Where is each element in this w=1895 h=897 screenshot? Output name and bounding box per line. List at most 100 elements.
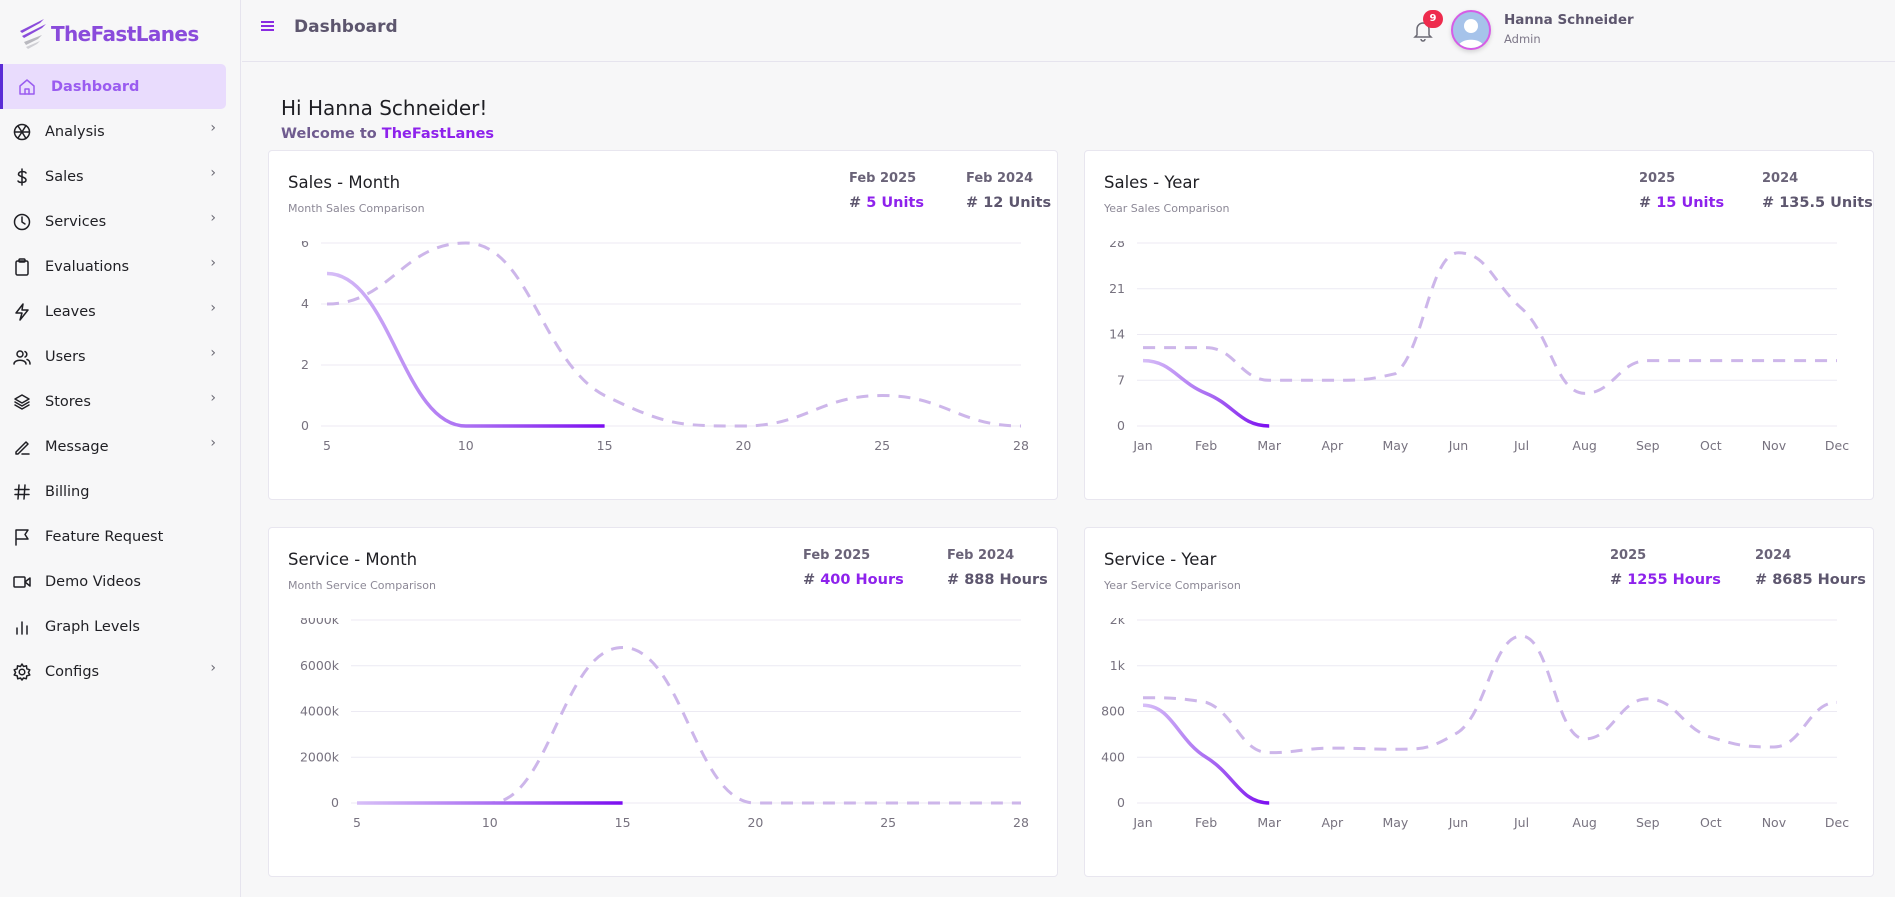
x-tick-label: 10 [482, 815, 498, 830]
sidebar-item-configs[interactable]: Configs › [0, 649, 240, 694]
sidebar-item-label: Evaluations [45, 258, 130, 275]
stat-value: # 5 Units [849, 195, 924, 211]
stat-value: # 12 Units [966, 195, 1052, 211]
user-role: Admin [1504, 32, 1541, 46]
sidebar-item-billing[interactable]: Billing [0, 469, 240, 514]
welcome-brand: TheFastLanes [381, 126, 495, 142]
x-tick-label: 15 [615, 815, 631, 830]
series-line-feb-2024 [326, 241, 1022, 428]
stat-current: 2025 # 1255 Hours [1610, 548, 1721, 588]
y-tick-label: 1k [1110, 658, 1126, 673]
avatar[interactable] [1451, 10, 1491, 50]
y-tick-label: 21 [1109, 281, 1125, 296]
x-tick-label: 15 [597, 438, 613, 453]
series-line-feb-2025 [326, 271, 605, 428]
greeting-title: Hi Hanna Schneider! [281, 96, 488, 120]
chevron-right-icon: › [210, 660, 216, 676]
x-tick-label: Apr [1321, 438, 1343, 453]
x-tick-label: 10 [458, 438, 474, 453]
sidebar-item-demo-videos[interactable]: Demo Videos [0, 559, 240, 604]
hash-icon [12, 482, 32, 502]
card-title: Service - Year [1104, 550, 1217, 569]
sidebar-item-label: Message [45, 438, 109, 455]
y-tick-label: 0 [331, 795, 339, 810]
logo[interactable]: TheFastLanes [18, 14, 199, 54]
card-title: Sales - Month [288, 173, 401, 192]
series-line-2024 [1142, 251, 1837, 395]
y-tick-label: 0 [301, 418, 309, 433]
y-tick-label: 2k [1110, 618, 1126, 627]
notification-badge: 9 [1423, 10, 1443, 28]
y-tick-label: 28 [1109, 241, 1125, 250]
sidebar-item-users[interactable]: Users › [0, 334, 240, 379]
y-tick-label: 800 [1101, 704, 1125, 719]
x-tick-label: Nov [1762, 438, 1787, 453]
x-tick-label: Oct [1700, 815, 1722, 830]
sidebar-item-stores[interactable]: Stores › [0, 379, 240, 424]
stat-label: Feb 2024 [947, 548, 1015, 563]
x-tick-label: Aug [1572, 438, 1596, 453]
y-tick-label: 400 [1101, 749, 1125, 764]
sidebar-item-evaluations[interactable]: Evaluations › [0, 244, 240, 289]
sidebar-item-label: Users [45, 348, 86, 365]
user-name[interactable]: Hanna Schneider [1504, 12, 1634, 28]
y-tick-label: 14 [1109, 327, 1125, 342]
sidebar-item-label: Billing [45, 483, 90, 500]
sidebar-item-label: Stores [45, 393, 91, 410]
chevron-right-icon: › [210, 165, 216, 181]
stat-label: Feb 2025 [803, 548, 871, 563]
x-tick-label: Mar [1257, 815, 1281, 830]
stat-current: Feb 2025 # 400 Hours [803, 548, 904, 588]
clipboard-icon [12, 257, 32, 277]
sidebar-nav: Dashboard Analysis › Sales › Services › Evaluat… [0, 64, 240, 694]
sidebar-item-services[interactable]: Services › [0, 199, 240, 244]
x-tick-label: Oct [1700, 438, 1722, 453]
card-subtitle: Year Sales Comparison [1104, 202, 1230, 215]
stat-label: Feb 2024 [966, 171, 1034, 186]
chevron-right-icon: › [210, 120, 216, 136]
sidebar-item-label: Leaves [45, 303, 96, 320]
stat-previous: Feb 2024 # 12 Units [966, 171, 1051, 211]
sidebar-item-label: Analysis [45, 123, 105, 140]
y-tick-label: 6000k [300, 658, 340, 673]
video-icon [12, 572, 32, 592]
chevron-right-icon: › [210, 435, 216, 451]
x-tick-label: Jun [1448, 815, 1469, 830]
sales-year-card: Sales - Year Year Sales Comparison 2025 … [1084, 150, 1874, 500]
sidebar-item-dashboard[interactable]: Dashboard [0, 64, 226, 109]
sidebar-item-message[interactable]: Message › [0, 424, 240, 469]
x-tick-label: Dec [1825, 815, 1849, 830]
x-tick-label: 28 [1013, 438, 1029, 453]
clock-icon [12, 212, 32, 232]
series-line-feb-2024 [356, 645, 1021, 805]
y-tick-label: 7 [1117, 372, 1125, 387]
x-tick-label: Mar [1257, 438, 1281, 453]
sidebar: TheFastLanes Dashboard Analysis › Sales › Ser… [0, 0, 241, 897]
aperture-icon [12, 122, 32, 142]
sidebar-item-graph-levels[interactable]: Graph Levels [0, 604, 240, 649]
sidebar-item-feature-request[interactable]: Feature Request [0, 514, 240, 559]
x-tick-label: Aug [1572, 815, 1596, 830]
x-tick-label: Jun [1448, 438, 1469, 453]
stat-current: 2025 # 15 Units [1639, 171, 1724, 211]
lightning-icon [12, 302, 32, 322]
stat-current: Feb 2025 # 5 Units [849, 171, 924, 211]
sidebar-item-analysis[interactable]: Analysis › [0, 109, 240, 154]
pen-icon [12, 437, 32, 457]
sidebar-item-sales[interactable]: Sales › [0, 154, 240, 199]
stat-value: # 1255 Hours [1610, 572, 1721, 588]
sidebar-item-label: Services [45, 213, 107, 230]
sidebar-item-leaves[interactable]: Leaves › [0, 289, 240, 334]
home-icon [17, 77, 37, 97]
x-tick-label: May [1382, 815, 1408, 830]
chevron-right-icon: › [210, 390, 216, 406]
x-tick-label: Dec [1825, 438, 1849, 453]
stat-label: 2025 [1639, 171, 1676, 186]
card-title: Sales - Year [1104, 173, 1200, 192]
stat-value: # 15 Units [1639, 195, 1725, 211]
x-tick-label: 5 [353, 815, 361, 830]
stat-label: 2025 [1610, 548, 1647, 563]
x-tick-label: 25 [880, 815, 896, 830]
hamburger-menu-button[interactable] [260, 18, 280, 38]
x-tick-label: Nov [1762, 815, 1787, 830]
